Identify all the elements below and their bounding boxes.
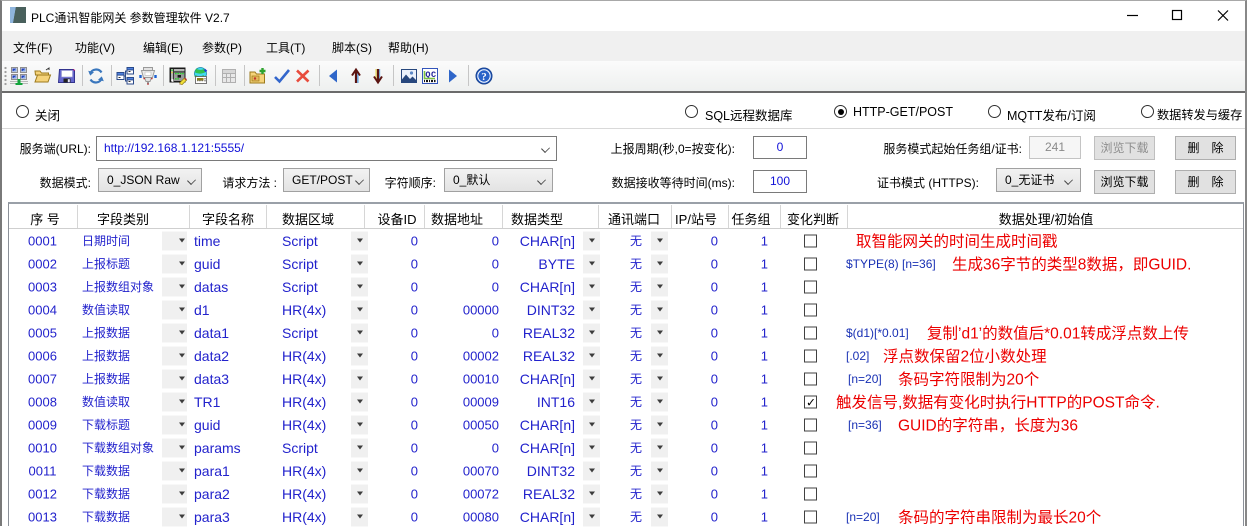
svg-text:?: ? — [481, 71, 487, 83]
